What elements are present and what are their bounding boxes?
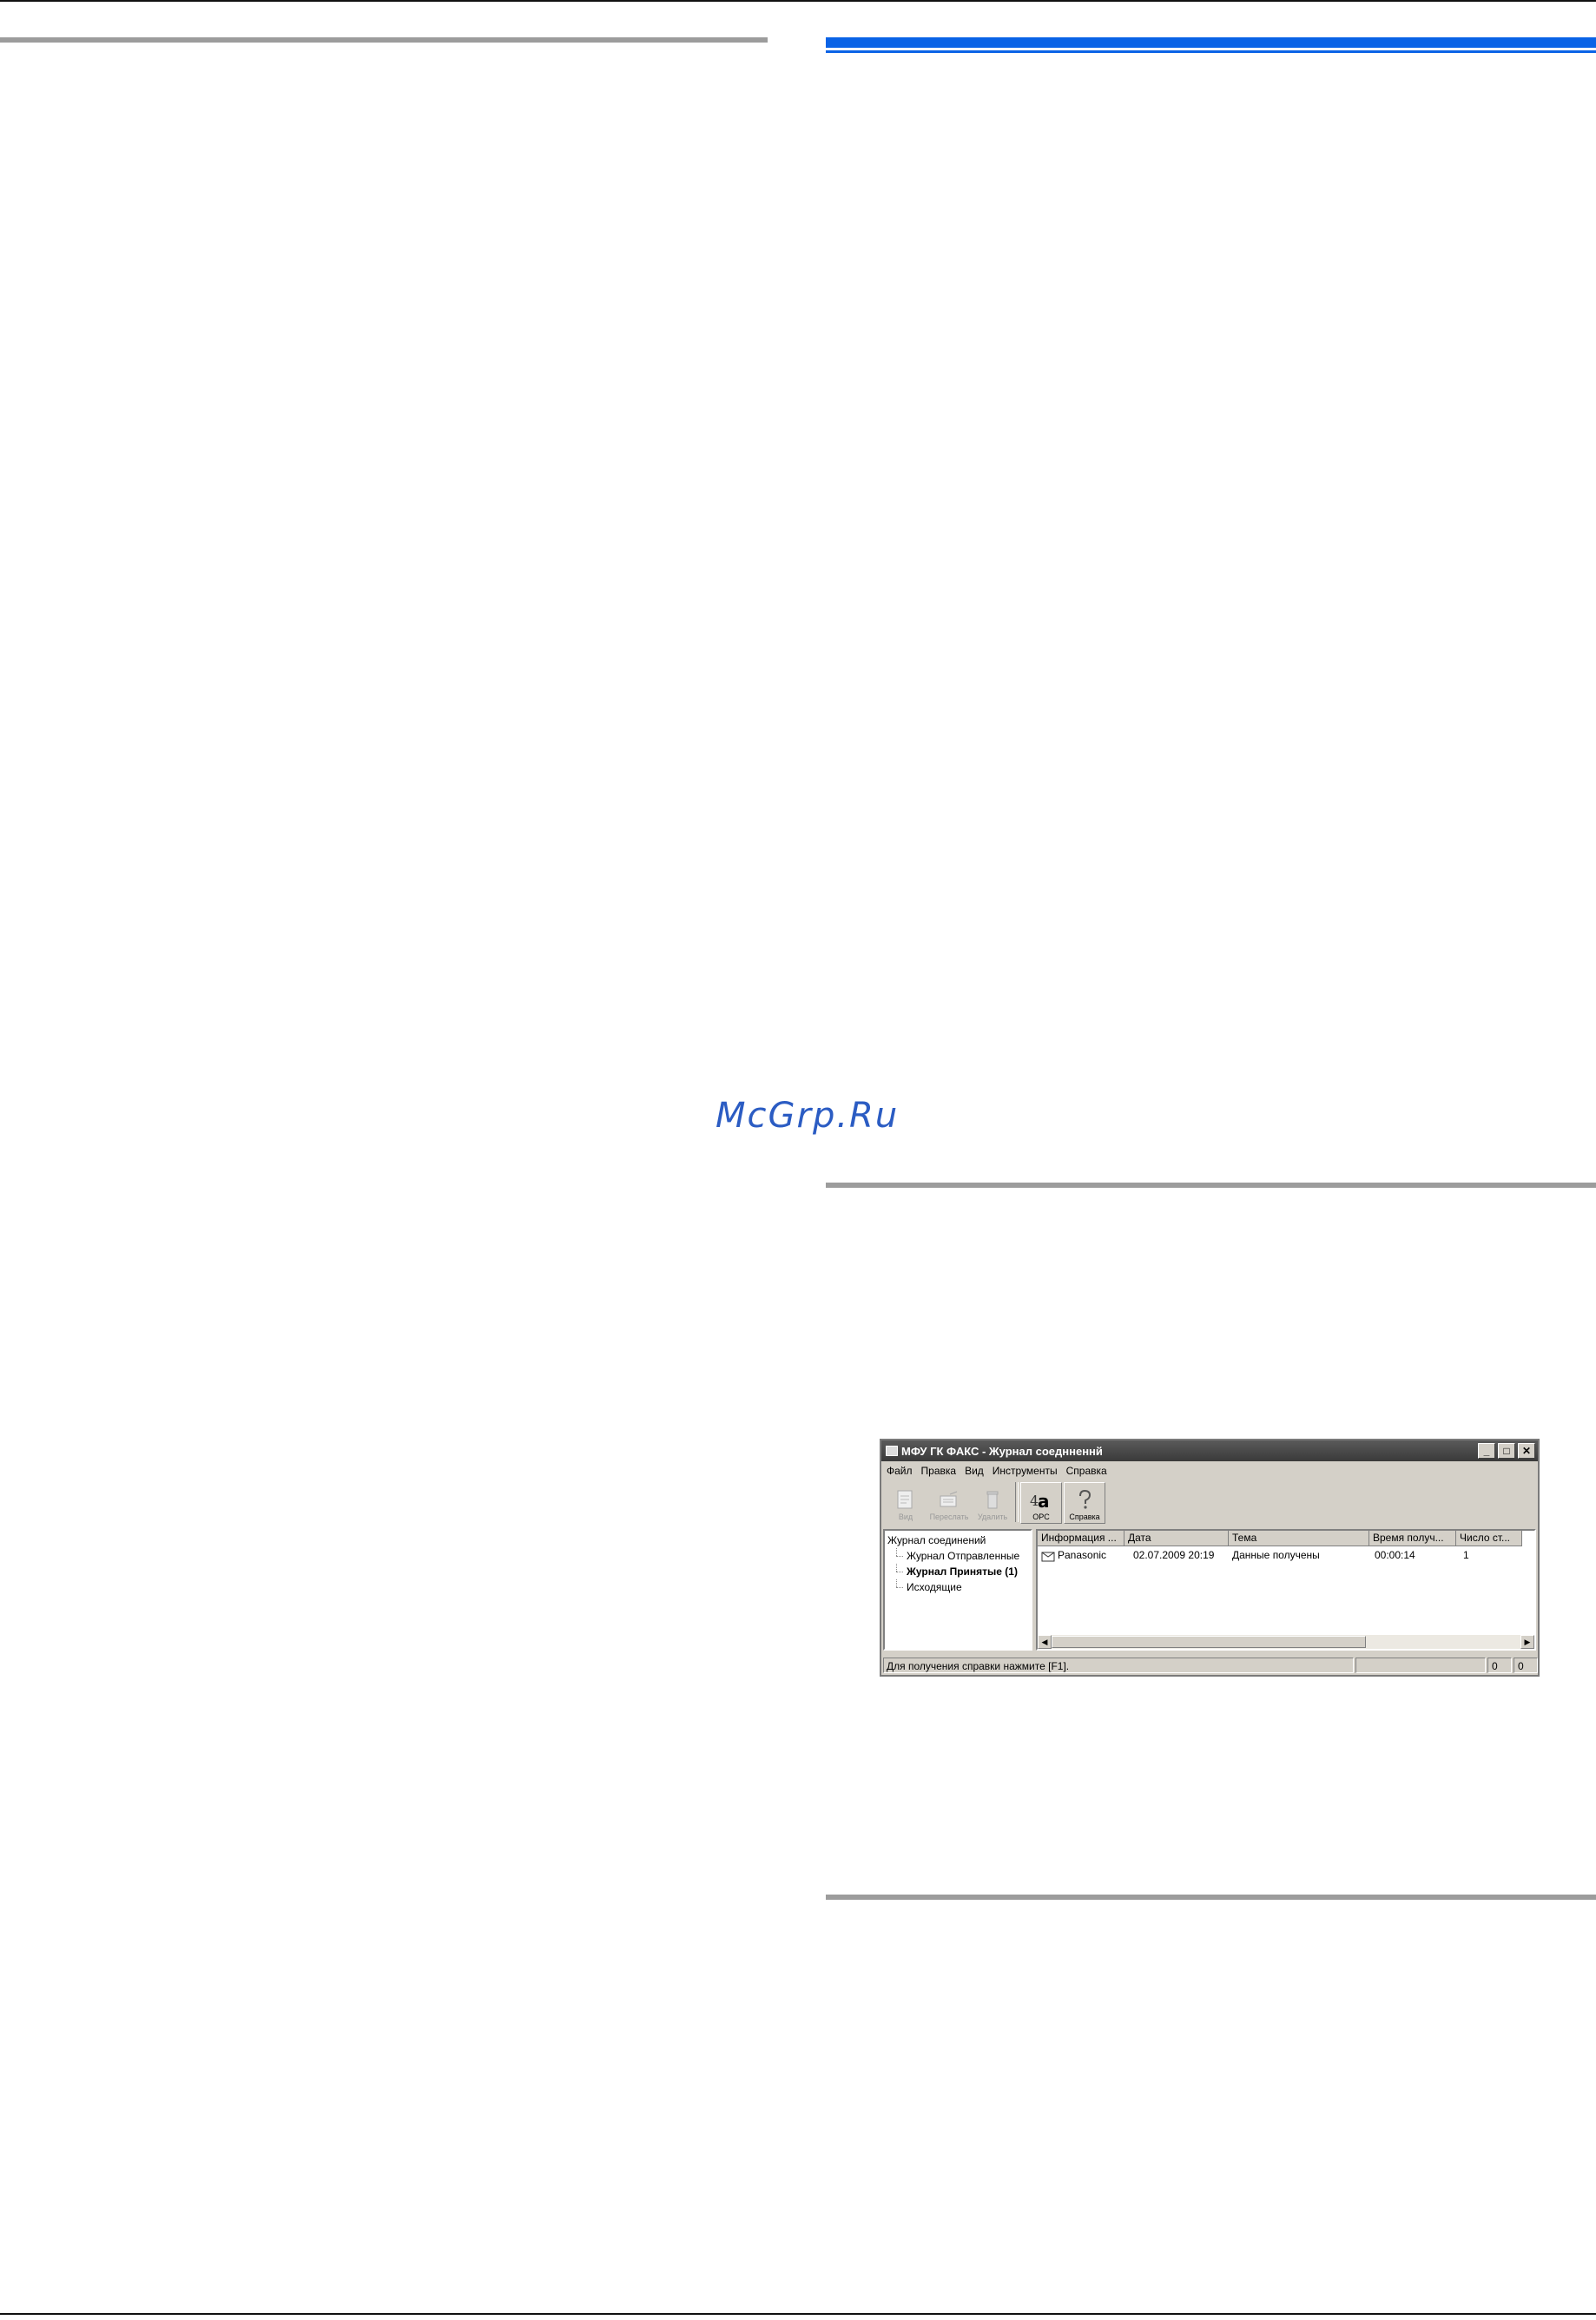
toolbar-separator bbox=[1015, 1482, 1019, 1522]
tree-item-sent-label: Журнал Отправленные bbox=[907, 1550, 1020, 1562]
cell-date: 02.07.2009 20:19 bbox=[1133, 1549, 1215, 1561]
list-header: Информация ... Дата Тема Время получ... … bbox=[1038, 1531, 1534, 1546]
menu-tools[interactable]: Инструменты bbox=[993, 1465, 1058, 1477]
view-button-label: Вид bbox=[898, 1513, 913, 1521]
column-date[interactable]: Дата bbox=[1124, 1531, 1229, 1546]
minimize-button[interactable]: _ bbox=[1478, 1443, 1495, 1459]
column-page-count[interactable]: Число ст... bbox=[1456, 1531, 1522, 1546]
status-count-2: 0 bbox=[1514, 1658, 1538, 1673]
cell-info: Panasonic bbox=[1038, 1546, 1124, 1564]
status-text: Для получения справки нажмите [F1]. bbox=[883, 1658, 1354, 1673]
column-receive-time[interactable]: Время получ... bbox=[1369, 1531, 1456, 1546]
middle-section-rule bbox=[826, 1183, 1596, 1188]
left-section-rule bbox=[0, 37, 768, 43]
delete-button-label: Удалить bbox=[977, 1513, 1008, 1521]
close-icon: ✕ bbox=[1521, 1445, 1532, 1457]
menu-help[interactable]: Справка bbox=[1066, 1465, 1107, 1477]
title-bar[interactable]: МФУ ГК ФАКС - Журнал соеднненнй _ □ ✕ bbox=[881, 1440, 1538, 1461]
window-title: МФУ ГК ФАКС - Журнал соеднненнй bbox=[901, 1444, 1103, 1458]
menu-bar: Файл Правка Вид Инструменты Справка bbox=[881, 1462, 1538, 1480]
svg-text:a: a bbox=[1038, 1491, 1050, 1511]
fax-document-icon bbox=[1041, 1550, 1055, 1562]
column-info[interactable]: Информация ... bbox=[1038, 1531, 1124, 1546]
ocr-button[interactable]: 4a OPC bbox=[1020, 1482, 1062, 1524]
ocr-icon: 4a bbox=[1029, 1488, 1053, 1511]
view-document-icon bbox=[894, 1488, 918, 1511]
table-row[interactable]: Panasonic 02.07.2009 20:19 Данные получе… bbox=[1038, 1546, 1534, 1564]
fax-journal-window: МФУ ГК ФАКС - Журнал соеднненнй _ □ ✕ Фа… bbox=[880, 1439, 1540, 1677]
scroll-right-button[interactable]: ▶ bbox=[1520, 1635, 1534, 1649]
scroll-left-button[interactable]: ◀ bbox=[1038, 1635, 1052, 1649]
help-button-label: Справка bbox=[1069, 1513, 1100, 1521]
forward-fax-icon bbox=[937, 1488, 961, 1511]
top-border-line bbox=[0, 0, 1596, 2]
trash-icon bbox=[980, 1488, 1005, 1511]
bottom-border-line bbox=[0, 2313, 1596, 2315]
horizontal-scrollbar[interactable]: ◀ ▶ bbox=[1038, 1635, 1534, 1649]
folder-tree: Журнал соединений Журнал Отправленные Жу… bbox=[883, 1529, 1032, 1651]
view-button[interactable]: Вид bbox=[885, 1482, 927, 1524]
maximize-button[interactable]: □ bbox=[1498, 1443, 1515, 1459]
maximize-icon: □ bbox=[1503, 1445, 1510, 1457]
tree-root[interactable]: Журнал соединений bbox=[887, 1532, 1028, 1548]
tree-item-received[interactable]: Журнал Принятые (1) bbox=[887, 1564, 1028, 1579]
cell-info-text: Panasonic bbox=[1058, 1549, 1107, 1561]
status-bar: Для получения справки нажмите [F1]. 0 0 bbox=[881, 1656, 1538, 1675]
help-question-icon bbox=[1072, 1488, 1097, 1511]
app-icon bbox=[886, 1446, 898, 1456]
scroll-thumb[interactable] bbox=[1052, 1636, 1366, 1648]
tree-item-sent[interactable]: Журнал Отправленные bbox=[887, 1548, 1028, 1564]
lower-section-rule bbox=[826, 1895, 1596, 1900]
help-button[interactable]: Справка bbox=[1064, 1482, 1105, 1524]
forward-button-label: Переслать bbox=[929, 1513, 969, 1521]
status-panel-blank bbox=[1355, 1658, 1486, 1673]
cell-page-count: 1 bbox=[1463, 1549, 1469, 1561]
arrow-right-icon: ▶ bbox=[1524, 1637, 1531, 1646]
section-header-thin-rule bbox=[826, 50, 1596, 53]
tree-item-outgoing-label: Исходящие bbox=[907, 1581, 962, 1593]
close-button[interactable]: ✕ bbox=[1518, 1443, 1535, 1459]
ocr-button-label: OPC bbox=[1032, 1513, 1050, 1521]
delete-button[interactable]: Удалить bbox=[972, 1482, 1013, 1524]
cell-receive-time: 00:00:14 bbox=[1375, 1549, 1415, 1561]
menu-edit[interactable]: Правка bbox=[921, 1465, 957, 1477]
forward-button[interactable]: Переслать bbox=[928, 1482, 970, 1524]
cell-subject: Данные получены bbox=[1232, 1549, 1320, 1561]
toolbar: Вид Переслать Удалить 4a OPC Справка bbox=[885, 1482, 1119, 1526]
watermark: McGrp.Ru bbox=[716, 1096, 900, 1136]
tree-item-outgoing[interactable]: Исходящие bbox=[887, 1579, 1028, 1595]
arrow-left-icon: ◀ bbox=[1041, 1637, 1048, 1646]
message-list: Информация ... Дата Тема Время получ... … bbox=[1036, 1529, 1536, 1651]
minimize-icon: _ bbox=[1483, 1445, 1490, 1457]
menu-view[interactable]: Вид bbox=[965, 1465, 984, 1477]
section-header-blue-rule bbox=[826, 37, 1596, 48]
menu-file[interactable]: Файл bbox=[887, 1465, 913, 1477]
status-count-1: 0 bbox=[1487, 1658, 1512, 1673]
tree-item-received-label: Журнал Принятые (1) bbox=[907, 1565, 1018, 1578]
column-subject[interactable]: Тема bbox=[1229, 1531, 1369, 1546]
